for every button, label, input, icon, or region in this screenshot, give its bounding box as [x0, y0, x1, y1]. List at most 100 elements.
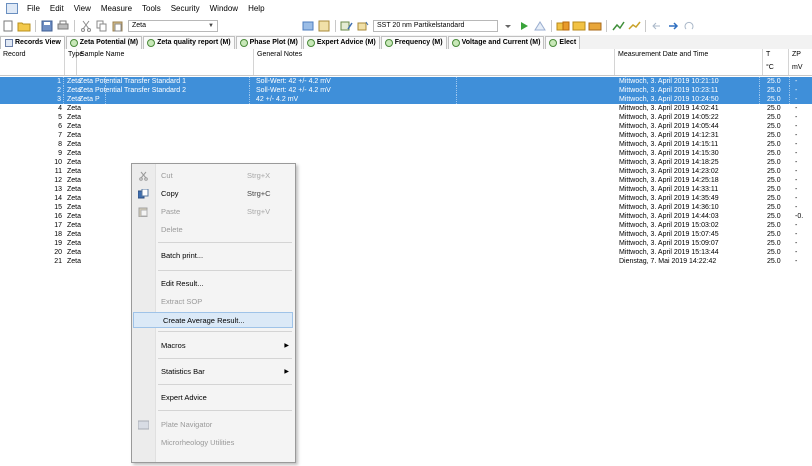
table-row[interactable]: 12 Zeta Mittwoch, 3. April 2019 14:25:18 25…: [0, 176, 812, 185]
sop-settings-icon[interactable]: [356, 20, 370, 32]
menu-tools[interactable]: Tools: [137, 0, 166, 17]
menu-item-plate-navigator[interactable]: Plate Navigator: [132, 417, 295, 433]
menu-item-microrheology-utilities[interactable]: Microrheology Utilities: [132, 435, 295, 451]
measurement-date-cell: Mittwoch, 3. April 2019 14:33:11: [619, 186, 719, 193]
app-icon[interactable]: [6, 3, 18, 14]
menu-item-edit-result[interactable]: Edit Result...: [132, 276, 295, 292]
export-icon[interactable]: [572, 20, 586, 32]
table-row[interactable]: 3 Zeta Zeta P 42 +/- 4.2 mV Mittwoch, 3. Apr…: [0, 95, 812, 104]
menu-item-copy[interactable]: Copy Strg+C: [132, 186, 295, 202]
temperature-cell: 25.0: [767, 77, 790, 86]
column-header-temperature[interactable]: T °C: [763, 49, 789, 75]
measurement-date-cell: Mittwoch, 3. April 2019 15:07:45: [619, 231, 719, 238]
zeta-potential-cell: -: [795, 141, 798, 148]
measurement-date-cell: Mittwoch, 3. April 2019 14:35:49: [619, 195, 719, 202]
open-folder-icon[interactable]: [17, 20, 31, 32]
menu-help[interactable]: Help: [243, 0, 269, 17]
table-row[interactable]: 7 Zeta Mittwoch, 3. April 2019 14:12:31 25.…: [0, 131, 812, 140]
menu-separator: [158, 270, 292, 271]
table-row[interactable]: 13 Zeta Mittwoch, 3. April 2019 14:33:11 25…: [0, 185, 812, 194]
copy-icon[interactable]: [95, 20, 109, 32]
table-row[interactable]: 11 Zeta Mittwoch, 3. April 2019 14:23:02 25…: [0, 167, 812, 176]
column-header-date[interactable]: Measurement Date and Time: [615, 49, 763, 75]
record-cell: 1: [0, 77, 64, 86]
table-row[interactable]: 4 Zeta Mittwoch, 3. April 2019 14:02:41 25.…: [0, 104, 812, 113]
column-header-sample-name[interactable]: Sample Name: [77, 49, 254, 75]
sop-select[interactable]: SST 20 nm Partikelstandard: [373, 20, 498, 32]
temperature-cell: 25.0: [767, 132, 781, 139]
table-row[interactable]: 9 Zeta Mittwoch, 3. April 2019 14:15:30 25.…: [0, 149, 812, 158]
tab-elect[interactable]: Elect: [545, 36, 581, 49]
table-row[interactable]: 21 Zeta Dienstag, 7. Mai 2019 14:22:42 25.0…: [0, 257, 812, 266]
tab-phase-plot[interactable]: Phase Plot (M): [235, 36, 302, 49]
table-row[interactable]: 14 Zeta Mittwoch, 3. April 2019 14:35:49 25…: [0, 194, 812, 203]
start-icon[interactable]: [517, 20, 531, 32]
table-row[interactable]: 5 Zeta Mittwoch, 3. April 2019 14:05:22 25.…: [0, 113, 812, 122]
table-row[interactable]: 16 Zeta Mittwoch, 3. April 2019 14:44:03 25…: [0, 212, 812, 221]
column-header-record[interactable]: Record: [0, 49, 65, 75]
table-row[interactable]: 8 Zeta Mittwoch, 3. April 2019 14:15:11 25.…: [0, 140, 812, 149]
table-row[interactable]: 19 Zeta Mittwoch, 3. April 2019 15:09:07 25…: [0, 239, 812, 248]
table-row[interactable]: 18 Zeta Mittwoch, 3. April 2019 15:07:45 25…: [0, 230, 812, 239]
column-header-general-notes[interactable]: General Notes: [254, 49, 615, 75]
menu-item-extract-sop[interactable]: Extract SOP: [132, 294, 295, 310]
table-row[interactable]: 20 Zeta Mittwoch, 3. April 2019 15:13:44 25…: [0, 248, 812, 257]
table-row[interactable]: 6 Zeta Mittwoch, 3. April 2019 14:05:44 25.…: [0, 122, 812, 131]
table-row[interactable]: 10 Zeta Mittwoch, 3. April 2019 14:18:25 25…: [0, 158, 812, 167]
print-icon[interactable]: [56, 20, 70, 32]
menu-item-statistics-bar[interactable]: Statistics Bar ▶: [132, 364, 295, 380]
measurement-date-cell: Mittwoch, 3. April 2019 14:12:31: [619, 132, 719, 139]
column-header-label: ZP: [792, 51, 801, 58]
table-row[interactable]: 17 Zeta Mittwoch, 3. April 2019 15:03:02 25…: [0, 221, 812, 230]
menu-item-create-average-result[interactable]: Create Average Result...: [133, 312, 293, 328]
table-row[interactable]: 15 Zeta Mittwoch, 3. April 2019 14:36:10 25…: [0, 203, 812, 212]
measurement-type-select[interactable]: Zeta ▼: [128, 20, 218, 32]
tab-zeta-potential[interactable]: Zeta Potential (M): [65, 36, 143, 49]
menu-item-paste[interactable]: Paste Strg+V: [132, 204, 295, 220]
menu-measure[interactable]: Measure: [96, 0, 137, 17]
menu-item-cut[interactable]: Cut Strg+X: [132, 168, 295, 184]
trend-icon[interactable]: [627, 20, 641, 32]
menu-item-expert-advice[interactable]: Expert Advice: [132, 390, 295, 406]
sop-dropdown-icon[interactable]: [501, 20, 515, 32]
tab-voltage-and-current[interactable]: Voltage and Current (M): [447, 36, 545, 49]
tab-frequency[interactable]: Frequency (M): [380, 36, 447, 49]
forward-arrow-icon[interactable]: [666, 20, 680, 32]
menu-edit[interactable]: Edit: [45, 0, 69, 17]
menu-item-batch-print[interactable]: Batch print...: [132, 248, 295, 264]
table-row[interactable]: 2 Zeta Zeta Potential Transfer Standard 2S…: [0, 86, 812, 95]
measure-icon[interactable]: [301, 20, 315, 32]
save-icon[interactable]: [40, 20, 54, 32]
menu-file[interactable]: File: [22, 0, 45, 17]
paste-icon[interactable]: [111, 20, 125, 32]
chart-icon[interactable]: [611, 20, 625, 32]
tab-zeta-quality-report[interactable]: Zeta quality report (M): [143, 36, 235, 49]
sop-icon[interactable]: [317, 20, 331, 32]
back-arrow-icon[interactable]: [650, 20, 664, 32]
menu-window[interactable]: Window: [205, 0, 243, 17]
tab-records-view[interactable]: Records View: [0, 36, 65, 49]
stop-icon[interactable]: [533, 20, 547, 32]
column-header-label: Record: [3, 51, 26, 58]
menu-item-macros[interactable]: Macros ▶: [132, 338, 295, 354]
refresh-icon[interactable]: [682, 20, 696, 32]
cut-icon[interactable]: [79, 20, 93, 32]
table-row[interactable]: 1 Zeta Zeta Potential Transfer Standard 1S…: [0, 77, 812, 86]
menu-item-delete[interactable]: Delete: [132, 222, 295, 238]
new-file-icon[interactable]: [1, 20, 15, 32]
tab-label: Records View: [15, 39, 61, 46]
report-icon[interactable]: [556, 20, 570, 32]
zeta-potential-cell: -: [795, 159, 798, 166]
menu-item-label: Batch print...: [161, 251, 204, 260]
general-notes-cell: [256, 131, 456, 140]
menu-view[interactable]: View: [69, 0, 96, 17]
archive-icon[interactable]: [588, 20, 602, 32]
temperature-cell: 25.0: [767, 231, 781, 238]
column-header-type[interactable]: Type: [65, 49, 83, 75]
zeta-potential-cell: -: [795, 105, 798, 112]
edit-sop-icon[interactable]: [340, 20, 354, 32]
menu-security[interactable]: Security: [166, 0, 205, 17]
record-cell: 5: [58, 114, 62, 121]
tab-expert-advice[interactable]: Expert Advice (M): [302, 36, 380, 49]
column-header-zeta-potential[interactable]: ZP mV: [789, 49, 812, 75]
